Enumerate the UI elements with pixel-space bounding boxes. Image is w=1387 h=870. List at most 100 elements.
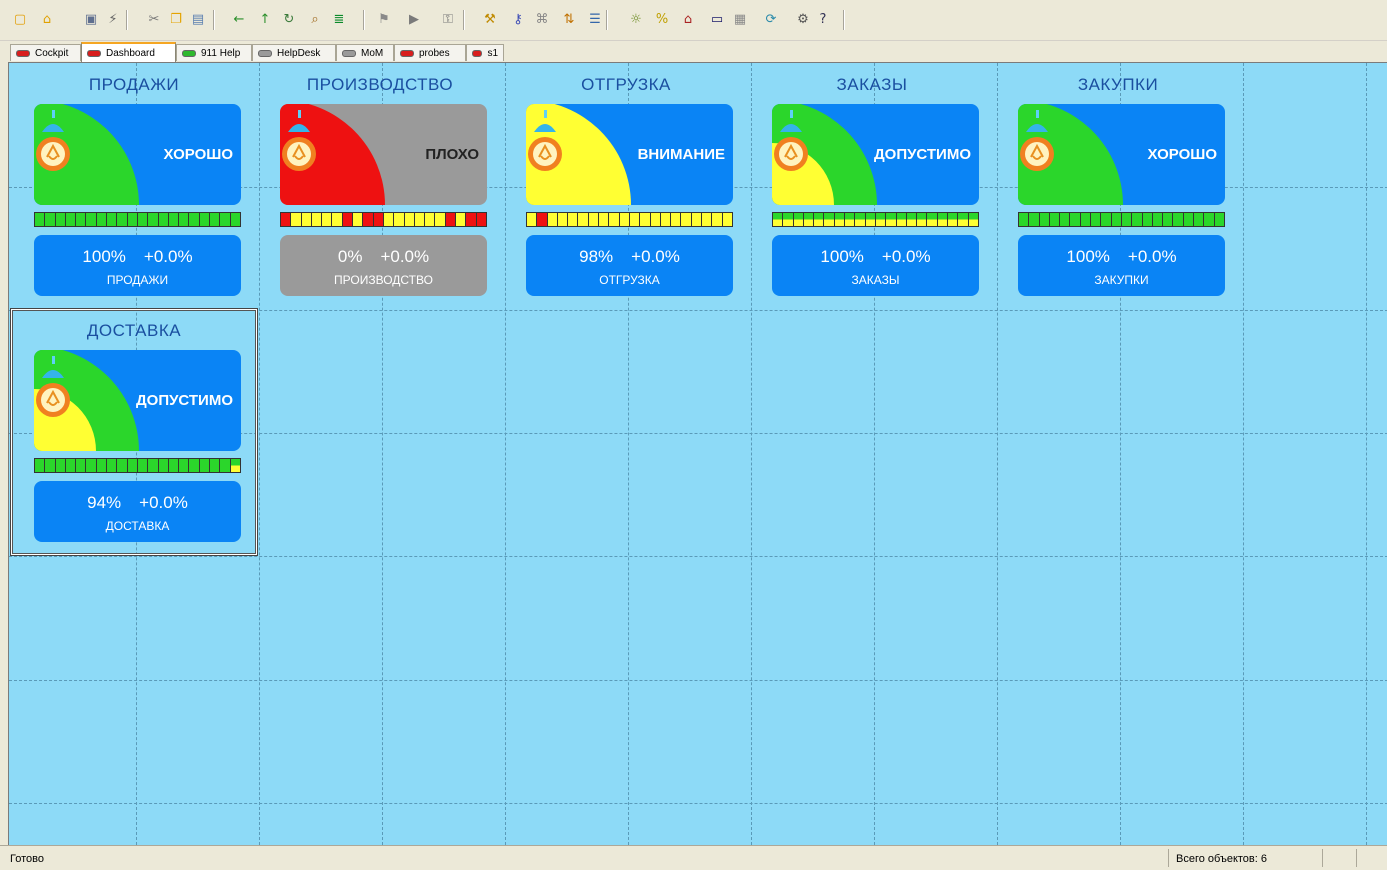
grid-line <box>1366 63 1367 845</box>
widget-title: ЗАКАЗЫ <box>836 75 908 94</box>
history-segment <box>281 213 292 226</box>
tab-status-icon <box>87 49 101 57</box>
history-segment <box>1060 213 1071 226</box>
toolbar-separator <box>606 10 608 30</box>
help-icon[interactable]: ? <box>814 10 832 28</box>
history-bar <box>34 458 241 473</box>
value-row: 100% +0.0% <box>1018 247 1225 267</box>
history-segment <box>55 213 66 226</box>
kpi-widget[interactable]: ЗАКУПКИ ХОРОШО 100% +0.0% ЗАКУПКИ <box>995 63 1241 309</box>
tab-dashboard[interactable]: Dashboard <box>81 42 176 62</box>
history-segment <box>179 459 190 472</box>
history-segment <box>948 213 959 226</box>
value-panel: 94% +0.0% ДОСТАВКА <box>34 481 241 542</box>
indicator-panel: ВНИМАНИЕ <box>526 104 733 205</box>
back-icon[interactable]: ← <box>230 10 248 28</box>
status-label: ДОПУСТИМО <box>135 392 233 409</box>
home-icon[interactable]: ⌂ <box>679 10 697 28</box>
history-segment <box>660 213 672 226</box>
kpi-widget[interactable]: ДОСТАВКА ДОПУСТИМО 94% +0.0% ДОСТАВКА <box>10 308 258 556</box>
monitor-icon[interactable]: ▭ <box>708 10 726 28</box>
history-segment <box>322 213 333 226</box>
open-icon[interactable]: ⌂ <box>38 10 56 28</box>
percent-icon[interactable]: % <box>653 10 671 28</box>
history-segment <box>168 459 180 472</box>
settings-icon[interactable]: ⚙ <box>794 10 812 28</box>
sort-icon[interactable]: ⇅ <box>560 10 578 28</box>
kpi-change: +0.0% <box>881 247 931 266</box>
tab-status-icon <box>342 49 356 57</box>
history-bar <box>1018 212 1225 227</box>
value-row: 100% +0.0% <box>772 247 979 267</box>
refresh-icon[interactable]: ↻ <box>280 10 298 28</box>
up-icon[interactable]: ↑ <box>256 10 274 28</box>
paste-icon[interactable]: ▤ <box>189 10 207 28</box>
value-panel: 100% +0.0% ЗАКУПКИ <box>1018 235 1225 296</box>
tab-911-help[interactable]: 911 Help <box>176 44 252 61</box>
history-segment <box>65 459 77 472</box>
history-segment <box>179 213 190 226</box>
history-segment <box>588 213 600 226</box>
history-segment <box>773 213 784 226</box>
properties-icon[interactable]: ≣ <box>330 10 348 28</box>
kpi-name: ПРОИЗВОДСТВО <box>334 273 433 287</box>
new-icon[interactable]: ▢ <box>11 10 29 28</box>
list-icon[interactable]: ☰ <box>586 10 604 28</box>
kpi-widget[interactable]: ПРОИЗВОДСТВО ПЛОХО 0% +0.0% ПРОИЗВОДСТВО <box>257 63 503 309</box>
history-segment <box>230 213 240 226</box>
history-segment <box>1214 213 1224 226</box>
history-segment <box>168 213 180 226</box>
history-segment <box>96 459 108 472</box>
history-segment <box>158 459 169 472</box>
filter-icon[interactable]: ⚑ <box>375 10 393 28</box>
tab-label: MoM <box>361 47 384 59</box>
indicator-panel: ХОРОШО <box>1018 104 1225 205</box>
kpi-value: 100% <box>820 247 864 266</box>
sync-icon[interactable]: ⟳ <box>762 10 780 28</box>
widget-title: ЗАКУПКИ <box>1077 75 1159 94</box>
tab-s1[interactable]: s1 <box>466 44 504 61</box>
history-segment <box>65 213 77 226</box>
find-icon[interactable]: ⌕ <box>306 10 324 28</box>
kpi-value: 98% <box>579 247 614 266</box>
lock-icon[interactable]: ⚿ <box>439 10 457 28</box>
history-bar <box>34 212 241 227</box>
kpi-widget[interactable]: ПРОДАЖИ ХОРОШО 100% +0.0% ПРОДАЖИ <box>11 63 257 309</box>
history-segment <box>107 213 118 226</box>
kpi-widget[interactable]: ЗАКАЗЫ ДОПУСТИМО 100% +0.0% ЗАКАЗЫ <box>749 63 995 309</box>
toolbar-separator <box>363 10 365 30</box>
copy-icon[interactable]: ❐ <box>167 10 185 28</box>
cut-icon[interactable]: ✂ <box>145 10 163 28</box>
tag-icon[interactable]: ⌘ <box>533 10 551 28</box>
history-segment <box>45 459 56 472</box>
layout-icon[interactable]: ▦ <box>731 10 749 28</box>
history-segment <box>1039 213 1050 226</box>
kpi-name: ЗАКУПКИ <box>1094 273 1149 287</box>
tab-status-icon <box>400 49 414 57</box>
history-bar <box>526 212 733 227</box>
tools-icon[interactable]: ⚒ <box>481 10 499 28</box>
wand-icon[interactable]: ⚡ <box>104 10 122 28</box>
history-segment <box>640 213 651 226</box>
history-segment <box>435 213 446 226</box>
history-segment <box>107 459 118 472</box>
history-segment <box>466 213 477 226</box>
status-divider <box>1168 849 1169 867</box>
history-segment <box>210 213 221 226</box>
kpi-widget[interactable]: ОТГРУЗКА ВНИМАНИЕ 98% +0.0% ОТГРУЗКА <box>503 63 749 309</box>
save-icon[interactable]: ▣ <box>82 10 100 28</box>
history-bar <box>772 212 979 227</box>
tab-mom[interactable]: MoM <box>336 44 394 61</box>
tab-probes[interactable]: probes <box>394 44 466 61</box>
history-segment <box>855 213 866 226</box>
bulb-icon[interactable]: ☼ <box>627 10 645 28</box>
run-icon[interactable]: ▶ <box>405 10 423 28</box>
kpi-change: +0.0% <box>631 247 680 266</box>
key-icon[interactable]: ⚷ <box>509 10 527 28</box>
history-segment <box>189 213 200 226</box>
history-segment <box>958 213 969 226</box>
history-segment <box>702 213 713 226</box>
tab-cockpit[interactable]: Cockpit <box>10 44 81 61</box>
tab-helpdesk[interactable]: HelpDesk <box>252 44 336 61</box>
history-segment <box>35 213 46 226</box>
